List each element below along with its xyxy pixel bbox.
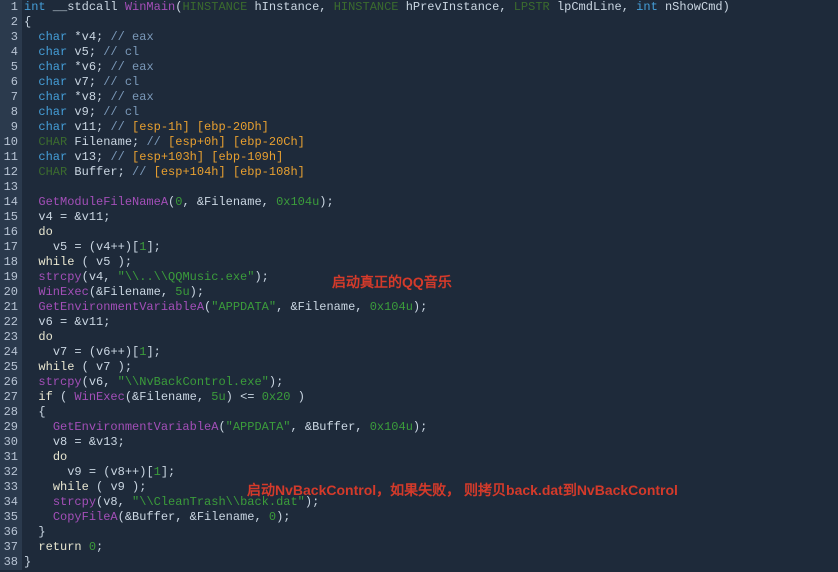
line-number: 4 [0,45,18,60]
line-number: 13 [0,180,18,195]
annotation-qqmusic: 启动真正的QQ音乐 [332,275,452,290]
line-number: 31 [0,450,18,465]
code-line[interactable]: char v13; // [esp+103h] [ebp-109h] [24,150,838,165]
code-line[interactable]: return 0; [24,540,838,555]
code-line[interactable]: do [24,330,838,345]
line-number: 23 [0,330,18,345]
line-number: 20 [0,285,18,300]
code-line[interactable]: do [24,450,838,465]
code-line[interactable]: char *v4; // eax [24,30,838,45]
code-line[interactable]: char v7; // cl [24,75,838,90]
line-number: 18 [0,255,18,270]
code-line[interactable]: v8 = &v13; [24,435,838,450]
code-line[interactable]: v7 = (v6++)[1]; [24,345,838,360]
line-number: 27 [0,390,18,405]
code-line[interactable]: int __stdcall WinMain(HINSTANCE hInstanc… [24,0,838,15]
line-number: 34 [0,495,18,510]
line-number: 5 [0,60,18,75]
line-number-gutter: 1234567891011121314151617181920212223242… [0,0,22,570]
line-number: 33 [0,480,18,495]
code-line[interactable]: char v11; // [esp-1h] [ebp-20Dh] [24,120,838,135]
code-line[interactable]: v5 = (v4++)[1]; [24,240,838,255]
line-number: 26 [0,375,18,390]
code-line[interactable]: if ( WinExec(&Filename, 5u) <= 0x20 ) [24,390,838,405]
line-number: 14 [0,195,18,210]
code-line[interactable]: CopyFileA(&Buffer, &Filename, 0); [24,510,838,525]
code-line[interactable]: CHAR Filename; // [esp+0h] [ebp-20Ch] [24,135,838,150]
code-line[interactable]: strcpy(v6, "\\NvBackControl.exe"); [24,375,838,390]
code-line[interactable]: } [24,555,838,570]
code-line[interactable]: GetEnvironmentVariableA("APPDATA", &Buff… [24,420,838,435]
code-line[interactable]: char *v8; // eax [24,90,838,105]
code-line[interactable]: v4 = &v11; [24,210,838,225]
code-line[interactable]: while ( v7 ); [24,360,838,375]
code-line[interactable]: { [24,15,838,30]
line-number: 2 [0,15,18,30]
line-number: 32 [0,465,18,480]
code-line[interactable]: GetModuleFileNameA(0, &Filename, 0x104u)… [24,195,838,210]
line-number: 35 [0,510,18,525]
line-number: 24 [0,345,18,360]
line-number: 1 [0,0,18,15]
line-number: 8 [0,105,18,120]
line-number: 21 [0,300,18,315]
line-number: 9 [0,120,18,135]
code-line[interactable]: CHAR Buffer; // [esp+104h] [ebp-108h] [24,165,838,180]
line-number: 3 [0,30,18,45]
line-number: 38 [0,555,18,570]
line-number: 6 [0,75,18,90]
code-line[interactable]: { [24,405,838,420]
line-number: 30 [0,435,18,450]
line-number: 12 [0,165,18,180]
code-line[interactable]: } [24,525,838,540]
line-number: 19 [0,270,18,285]
code-editor: 1234567891011121314151617181920212223242… [0,0,838,570]
code-line[interactable] [24,180,838,195]
code-line[interactable]: v6 = &v11; [24,315,838,330]
line-number: 36 [0,525,18,540]
code-content[interactable]: 启动真正的QQ音乐 启动NvBackControl，如果失败， 则拷贝back.… [22,0,838,570]
line-number: 7 [0,90,18,105]
code-line[interactable]: char *v6; // eax [24,60,838,75]
line-number: 10 [0,135,18,150]
code-line[interactable]: char v5; // cl [24,45,838,60]
line-number: 11 [0,150,18,165]
code-line[interactable]: while ( v5 ); [24,255,838,270]
line-number: 17 [0,240,18,255]
line-number: 22 [0,315,18,330]
code-line[interactable]: char v9; // cl [24,105,838,120]
line-number: 25 [0,360,18,375]
annotation-nvbackcontrol: 启动NvBackControl，如果失败， 则拷贝back.dat到NvBack… [247,483,678,498]
line-number: 29 [0,420,18,435]
line-number: 28 [0,405,18,420]
code-line[interactable]: GetEnvironmentVariableA("APPDATA", &File… [24,300,838,315]
code-line[interactable]: v9 = (v8++)[1]; [24,465,838,480]
line-number: 15 [0,210,18,225]
code-line[interactable]: do [24,225,838,240]
line-number: 16 [0,225,18,240]
line-number: 37 [0,540,18,555]
